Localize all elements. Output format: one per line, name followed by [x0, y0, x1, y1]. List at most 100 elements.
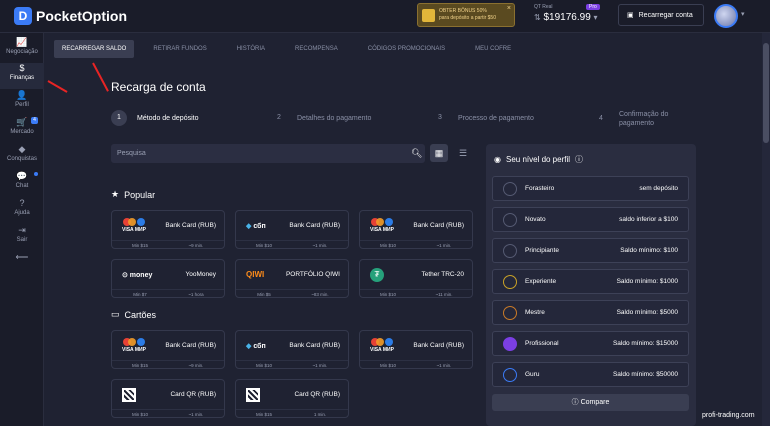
tab-0[interactable]: RECARREGAR SALDO [54, 40, 135, 58]
help-icon[interactable]: ⓘ [575, 154, 583, 165]
min-amount: Min $15 [255, 412, 272, 417]
level-icon [503, 182, 517, 196]
sidebar-item-perfil[interactable]: 👤 Perfil [0, 90, 44, 116]
payment-method-name: Bank Card (RUB) [165, 221, 216, 229]
bonus-subtitle: para depósito a partir $50 [439, 15, 496, 21]
pro-badge: Pro [586, 4, 600, 10]
star-icon: ★ [111, 189, 120, 199]
panel-title: Seu nível do perfil [505, 155, 571, 164]
payment-method-card[interactable]: ◆ сбп Bank Card (RUB) Min $10 ~1 min. [235, 210, 349, 249]
level-requirement: Saldo mínimo: $100 [620, 247, 678, 254]
help-icon: ? [19, 198, 25, 208]
profile-level-guru[interactable]: Guru Saldo mínimo: $50000 [492, 362, 689, 387]
sidebar-item-conquistas[interactable]: ◆ Conquistas [0, 144, 44, 170]
qr-code-icon [246, 387, 260, 402]
scrollbar[interactable] [762, 33, 770, 426]
list-view-button[interactable]: ☰ [454, 144, 472, 162]
processing-time: ~9 min. [188, 363, 204, 368]
sidebar: 📈 Negociação $ Finanças 👤 Perfil 🛒 Mercado 4 ◆ Con… [0, 33, 44, 426]
payment-method-name: Bank Card (RUB) [289, 341, 340, 349]
compare-button[interactable]: ⓘ Compare [492, 394, 689, 411]
close-icon[interactable]: × [507, 5, 511, 12]
payment-method-card[interactable]: VISA МИР Bank Card (RUB) Min $15 ~9 min. [111, 330, 225, 369]
tab-2[interactable]: HISTÓRIA [229, 40, 273, 58]
tab-4[interactable]: CÓDIGOS PROMOCIONAIS [360, 40, 453, 58]
sidebar-item-ajuda[interactable]: ? Ajuda [0, 198, 44, 224]
level-icon [503, 213, 517, 227]
avatar[interactable] [714, 4, 738, 28]
level-requirement: Saldo mínimo: $5000 [616, 309, 678, 316]
profile-level-novato[interactable]: Novato saldo inferior a $100 [492, 207, 689, 232]
yoomoney-logo: ⊙ money [122, 271, 153, 279]
step-label: Método de depósito [137, 114, 199, 122]
transfer-icon: ⇅ [534, 13, 541, 22]
processing-time: ~9 min. [188, 243, 204, 248]
scroll-thumb[interactable] [763, 43, 769, 143]
min-amount: Min $7 [133, 292, 147, 297]
payment-method-card[interactable]: ₮ Tether TRC-20 Min $10 ~11 min. [359, 259, 473, 298]
payment-method-name: YooMoney [185, 270, 216, 278]
payment-method-name: Tether TRC-20 [421, 270, 464, 278]
wallet-icon: ▣ [627, 12, 634, 19]
payment-method-name: Bank Card (RUB) [413, 221, 464, 229]
step-number: 4 [599, 115, 603, 122]
payment-method-card[interactable]: ⊙ money YooMoney Min $7 ~1 hora [111, 259, 225, 298]
step-2: 2 Detalhes do pagamento [271, 110, 371, 126]
level-requirement: Saldo mínimo: $1000 [616, 278, 678, 285]
level-icon [503, 244, 517, 258]
notification-badge: 4 [31, 117, 38, 124]
level-icon [503, 368, 517, 382]
payment-method-card[interactable]: Card QR (RUB) Min $10 ~1 min. [111, 379, 225, 418]
profile-level-forasteiro[interactable]: Forasteiro sem depósito [492, 176, 689, 201]
visa-mir-logo: VISA МИР [122, 338, 146, 353]
step-1: 1 Método de depósito [111, 110, 199, 126]
search-input[interactable]: Pesquisa [111, 144, 425, 163]
step-number: 1 [111, 110, 127, 126]
sidebar-item-chat[interactable]: 💬 Chat [0, 171, 44, 197]
level-icon [503, 275, 517, 289]
recharge-account-button[interactable]: ▣ Recarregar conta [618, 4, 704, 26]
payment-method-name: PORTFÓLIO QIWI [285, 270, 340, 278]
grid-view-button[interactable]: ▦ [430, 144, 448, 162]
sidebar-item-sair[interactable]: ⇥ Sair [0, 225, 44, 251]
payment-method-card[interactable]: ◆ сбп Bank Card (RUB) Min $10 ~1 min. [235, 330, 349, 369]
tab-1[interactable]: RETIRAR FUNDOS [145, 40, 214, 58]
bonus-banner[interactable]: OBTER BÔNUS 50% para depósito a partir $5… [417, 3, 515, 27]
payment-method-card[interactable]: QIWI PORTFÓLIO QIWI Min $5 ~83 min. [235, 259, 349, 298]
sidebar-item-mercado[interactable]: 🛒 Mercado 4 [0, 117, 44, 143]
section-popular: ★ Popular [111, 189, 155, 200]
logo[interactable]: D PocketOption [14, 7, 127, 25]
tab-3[interactable]: RECOMPENSA [287, 40, 346, 58]
profile-level-principiante[interactable]: Principiante Saldo mínimo: $100 [492, 238, 689, 263]
payment-method-card[interactable]: VISA МИР Bank Card (RUB) Min $10 ~1 min. [359, 210, 473, 249]
sidebar-item-finanças[interactable]: $ Finanças [0, 63, 44, 89]
balance-widget[interactable]: QT Real Pro ⇅ $19176.99 ▾ [534, 4, 608, 26]
min-amount: Min $10 [255, 243, 272, 248]
sidebar-item-label: Perfil [15, 102, 29, 108]
diamond-icon: ◆ [18, 144, 26, 154]
processing-time: ~1 min. [312, 363, 328, 368]
step-label: Detalhes do pagamento [297, 114, 372, 122]
chevron-down-icon[interactable]: ▾ [741, 10, 745, 18]
chevron-down-icon: ▾ [593, 13, 598, 22]
payment-method-card[interactable]: VISA МИР Bank Card (RUB) Min $10 ~1 min. [359, 330, 473, 369]
balance-amount: $19176.99 [543, 12, 591, 23]
step-label: Confirmação do pagamento [619, 111, 669, 127]
search-icon[interactable]: 🔍︎ [411, 148, 422, 159]
level-icon [503, 306, 517, 320]
processing-time: ~1 min. [436, 243, 452, 248]
sidebar-item-negociação[interactable]: 📈 Negociação [0, 37, 44, 63]
profile-level-mestre[interactable]: Mestre Saldo mínimo: $5000 [492, 300, 689, 325]
tab-5[interactable]: MEU COFRE [467, 40, 519, 58]
payment-method-card[interactable]: VISA МИР Bank Card (RUB) Min $15 ~9 min. [111, 210, 225, 249]
profile-level-profissional[interactable]: Profissional Saldo mínimo: $15000 [492, 331, 689, 356]
sidebar-item-collapse[interactable]: ⟵ [0, 252, 44, 278]
balance-label: QT Real [534, 4, 553, 10]
profile-level-experiente[interactable]: Experiente Saldo mínimo: $1000 [492, 269, 689, 294]
payment-method-card[interactable]: Card QR (RUB) Min $15 1 min. [235, 379, 349, 418]
processing-time: ~1 hora [188, 292, 204, 297]
level-name: Profissional [525, 340, 559, 347]
step-label: Processo de pagamento [458, 114, 534, 122]
sbp-logo: ◆ сбп [246, 342, 266, 350]
processing-time: ~11 min. [435, 292, 453, 297]
